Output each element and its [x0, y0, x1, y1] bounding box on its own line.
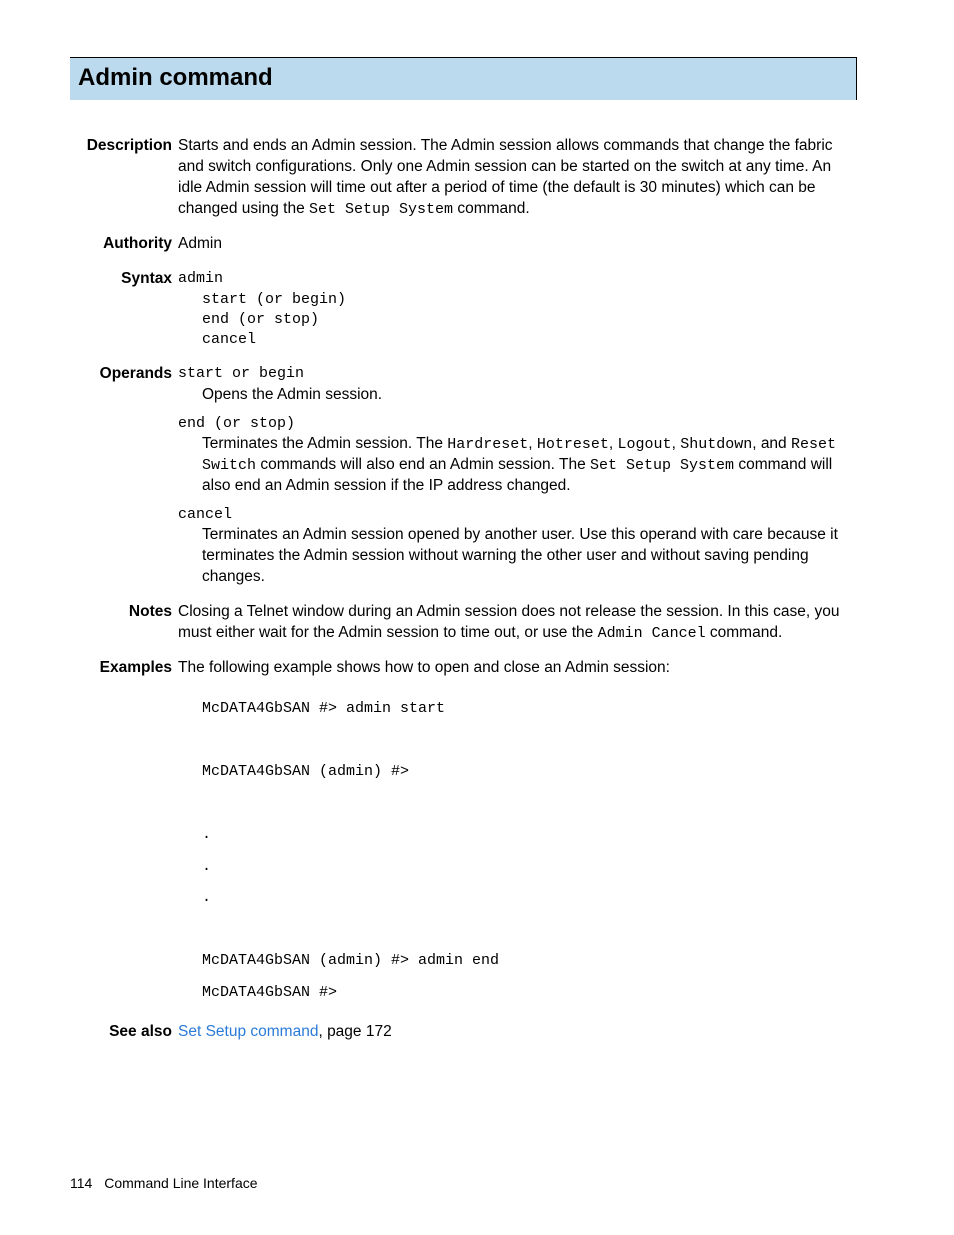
operand-desc: Opens the Admin session.: [178, 385, 857, 406]
label-operands: Operands: [70, 364, 178, 588]
examples-intro: The following example shows how to open …: [178, 658, 857, 679]
inline-code: Hardreset: [447, 436, 528, 453]
label-examples: Examples: [70, 658, 178, 1008]
inline-code: Shutdown: [680, 436, 752, 453]
operand-name: end (or stop): [178, 414, 857, 434]
see-also-link[interactable]: Set Setup command: [178, 1023, 318, 1040]
page-footer: 114 Command Line Interface: [70, 1174, 258, 1193]
inline-code: Admin Cancel: [598, 625, 706, 642]
label-authority: Authority: [70, 234, 178, 255]
footer-title: Command Line Interface: [104, 1175, 257, 1191]
authority-value: Admin: [178, 234, 857, 255]
label-notes: Notes: [70, 602, 178, 644]
syntax-line: cancel: [178, 330, 857, 350]
operand-desc: Terminates an Admin session opened by an…: [178, 525, 857, 588]
see-also-text: Set Setup command, page 172: [178, 1022, 857, 1043]
inline-code: Set Setup System: [309, 201, 453, 218]
label-see-also: See also: [70, 1022, 178, 1043]
label-syntax: Syntax: [70, 269, 178, 350]
inline-code: Logout: [618, 436, 672, 453]
operand-desc: Terminates the Admin session. The Hardre…: [178, 434, 857, 497]
page-title: Admin command: [70, 57, 857, 100]
inline-code: Hotreset: [537, 436, 609, 453]
syntax-command: admin: [178, 269, 857, 289]
operand-name: start or begin: [178, 364, 857, 384]
label-description: Description: [70, 136, 178, 220]
description-text: Starts and ends an Admin session. The Ad…: [178, 136, 857, 220]
syntax-line: start (or begin): [178, 290, 857, 310]
page-number: 114: [70, 1174, 92, 1193]
inline-code: Set Setup System: [590, 457, 734, 474]
syntax-line: end (or stop): [178, 310, 857, 330]
notes-text: Closing a Telnet window during an Admin …: [178, 602, 857, 644]
operand-name: cancel: [178, 505, 857, 525]
examples-code: McDATA4GbSAN #> admin start McDATA4GbSAN…: [178, 693, 857, 1008]
